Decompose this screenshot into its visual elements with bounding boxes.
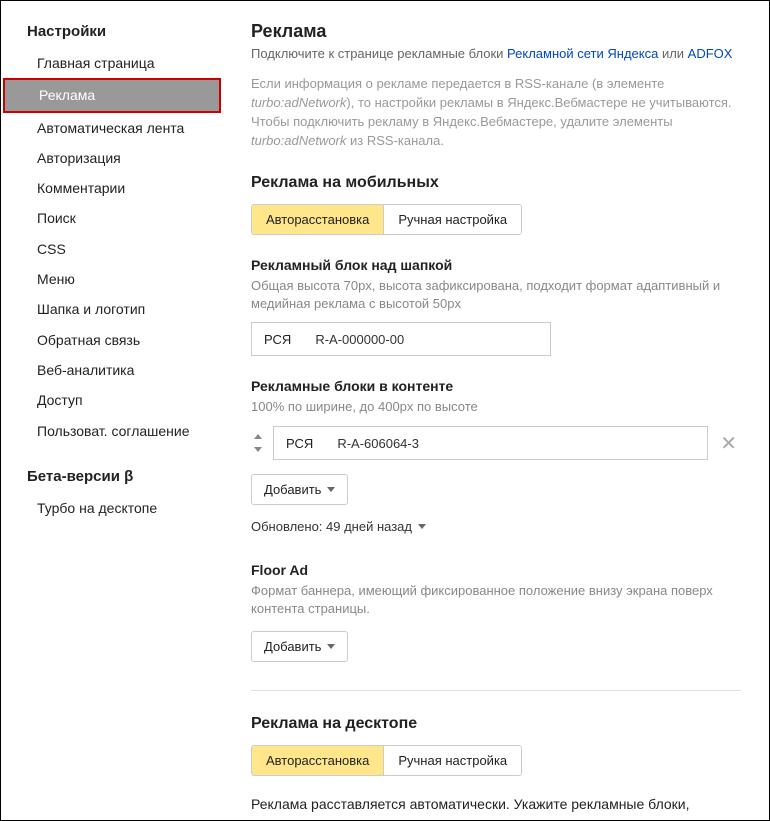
sidebar-item-agreement[interactable]: Пользоват. соглашение	[1, 416, 223, 446]
mobile-segment: Авторасстановка Ручная настройка	[251, 204, 522, 235]
sidebar-item-comments[interactable]: Комментарии	[1, 173, 223, 203]
block-over-header-title: Рекламный блок над шапкой	[251, 257, 741, 273]
sidebar-item-access[interactable]: Доступ	[1, 385, 223, 415]
block-over-header-net: РСЯ	[252, 323, 303, 355]
subhead-text: Подключите к странице рекламные блоки	[251, 46, 507, 61]
chevron-down-icon	[327, 487, 335, 492]
segment-auto[interactable]: Авторасстановка	[252, 205, 383, 234]
sidebar-item-header-logo[interactable]: Шапка и логотип	[1, 294, 223, 324]
subhead-mid: или	[658, 46, 687, 61]
link-yan[interactable]: Рекламной сети Яндекса	[507, 46, 658, 61]
sidebar-item-auth[interactable]: Авторизация	[1, 143, 223, 173]
block-content-desc: 100% по ширине, до 400px по высоте	[251, 398, 741, 416]
segment-manual[interactable]: Ручная настройка	[383, 205, 521, 234]
block-over-header-row[interactable]: РСЯ R-A-000000-00	[251, 322, 551, 356]
rss-note-a: Если информация о рекламе передается в R…	[251, 76, 664, 91]
sidebar-item-autofeed[interactable]: Автоматическая лента	[1, 113, 223, 143]
block-content-id: R-A-606064-3	[325, 436, 431, 451]
desktop-ads-title: Реклама на десктопе	[251, 715, 741, 733]
sidebar-item-analytics[interactable]: Веб-аналитика	[1, 355, 223, 385]
rss-note: Если информация о рекламе передается в R…	[251, 75, 741, 150]
segment-manual-desktop[interactable]: Ручная настройка	[383, 746, 521, 775]
chevron-down-icon	[418, 524, 426, 529]
block-over-header-desc: Общая высота 70px, высота зафиксирована,…	[251, 277, 741, 312]
floor-ad-desc: Формат баннера, имеющий фиксированное по…	[251, 582, 741, 617]
block-content-title: Рекламные блоки в контенте	[251, 378, 741, 394]
block-content-net: РСЯ	[274, 427, 325, 459]
add-floor-ad-button[interactable]: Добавить	[251, 631, 348, 662]
sidebar: Настройки Главная страница Реклама Автом…	[1, 1, 223, 820]
drag-handle-icon[interactable]	[251, 434, 265, 452]
sidebar-item-turbo-desktop[interactable]: Турбо на десктопе	[1, 493, 223, 523]
sidebar-item-css[interactable]: CSS	[1, 234, 223, 264]
sidebar-heading-settings: Настройки	[1, 15, 223, 48]
block-content-row[interactable]: РСЯ R-A-606064-3	[273, 426, 708, 460]
sidebar-item-home[interactable]: Главная страница	[1, 48, 223, 78]
sidebar-item-feedback[interactable]: Обратная связь	[1, 325, 223, 355]
desktop-segment: Авторасстановка Ручная настройка	[251, 745, 522, 776]
updated-label: Обновлено: 49 дней назад	[251, 519, 412, 534]
updated-info[interactable]: Обновлено: 49 дней назад	[251, 519, 741, 534]
block-over-header-id: R-A-000000-00	[303, 332, 416, 347]
rss-note-c: из RSS-канала.	[346, 133, 444, 148]
segment-auto-desktop[interactable]: Авторасстановка	[252, 746, 383, 775]
content: Реклама Подключите к странице рекламные …	[223, 1, 769, 820]
add-content-block-button[interactable]: Добавить	[251, 474, 348, 505]
chevron-down-icon	[327, 644, 335, 649]
sidebar-item-ads[interactable]: Реклама	[3, 78, 221, 112]
add-label: Добавить	[264, 482, 321, 497]
sidebar-list-settings: Главная страница Реклама Автоматическая …	[1, 48, 223, 446]
rss-note-em2: turbo:adNetwork	[251, 133, 346, 148]
desktop-note: Реклама расставляется автоматически. Ука…	[251, 794, 741, 820]
remove-block-icon[interactable]: ✕	[716, 431, 741, 456]
sidebar-heading-beta: Бета-версии β	[1, 460, 223, 493]
floor-ad-title: Floor Ad	[251, 562, 741, 578]
mobile-ads-title: Реклама на мобильных	[251, 174, 741, 192]
rss-note-em1: turbo:adNetwork	[251, 95, 346, 110]
sidebar-item-search[interactable]: Поиск	[1, 203, 223, 233]
page-title: Реклама	[251, 21, 741, 42]
sidebar-list-beta: Турбо на десктопе	[1, 493, 223, 523]
link-adfox[interactable]: ADFOX	[688, 46, 733, 61]
page-subhead: Подключите к странице рекламные блоки Ре…	[251, 46, 741, 61]
sidebar-item-menu[interactable]: Меню	[1, 264, 223, 294]
separator	[251, 690, 741, 691]
add-label: Добавить	[264, 639, 321, 654]
